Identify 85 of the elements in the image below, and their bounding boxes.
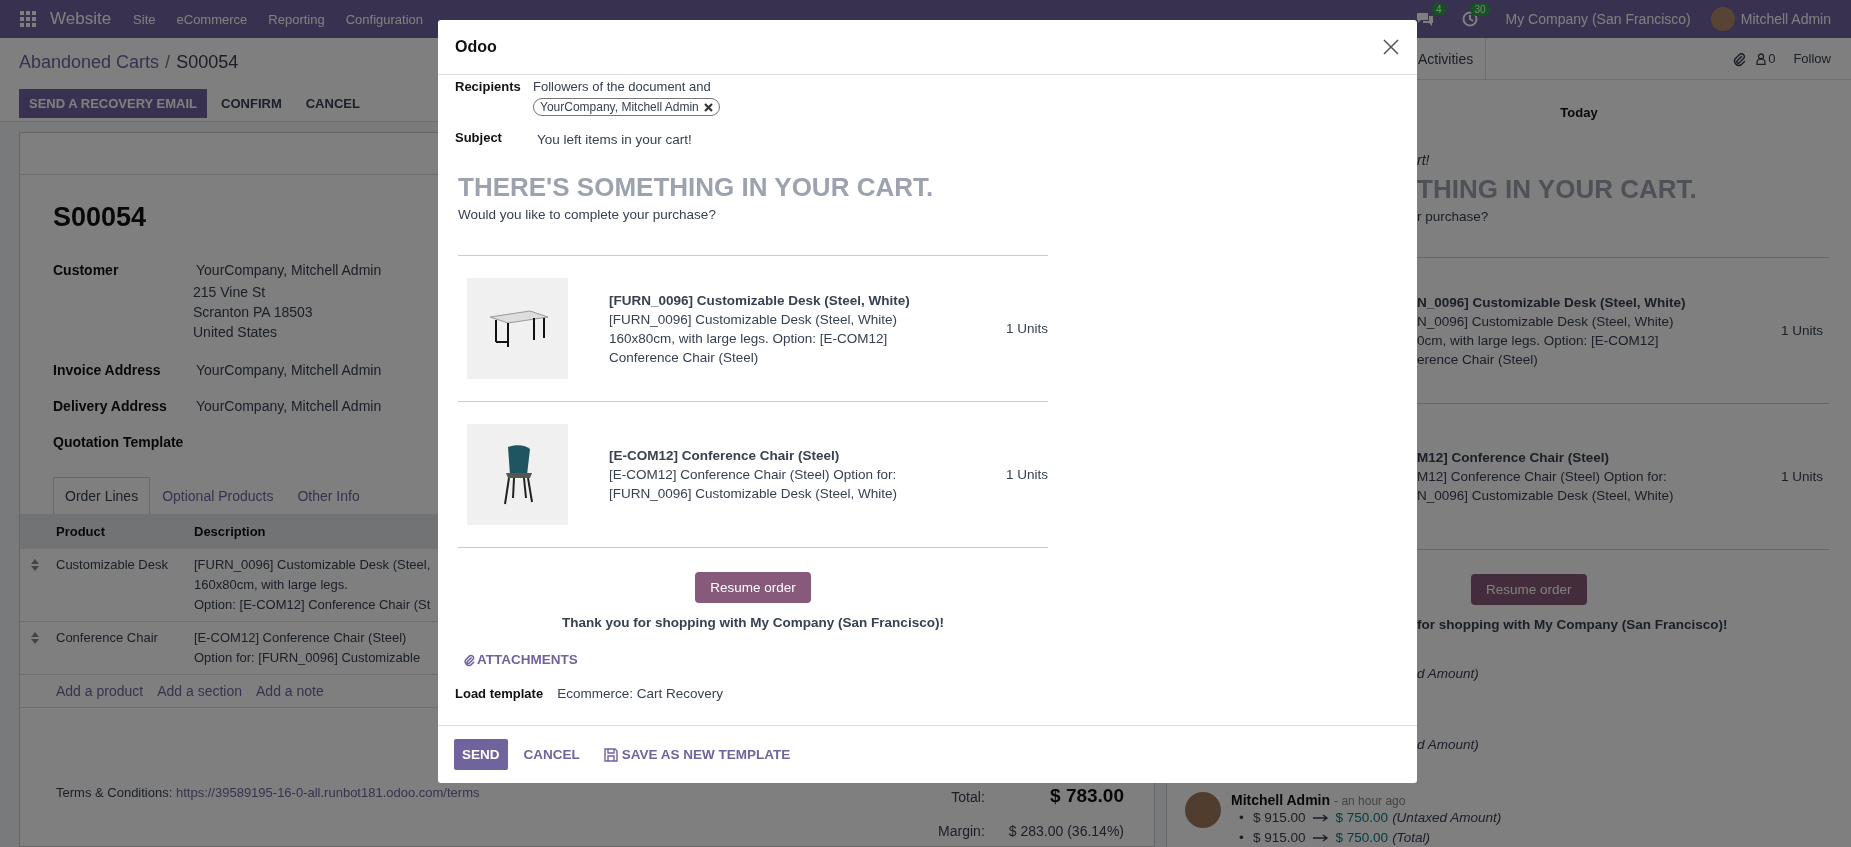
address-text: 215 Vine St Scranton PA 18503 United States [193,283,314,342]
product-description: [FURN_0096] Customizable Desk (Steel, White) [FURN_0096] Customizable Desk (Steel, White) 160x80cm, with large legs. Option: [E-COM12] Conference Chair (Steel) [609,291,911,367]
email-heading: THERE'S SOMETHING IN YOUR CART. [458,172,935,203]
message-count-badge: 4 [1432,3,1446,16]
company-switcher[interactable]: My Company (San Francisco) [1505,11,1691,27]
product-quantity: 1 Units [1780,323,1823,338]
person-icon [1756,52,1767,65]
resume-order-button[interactable]: Resume order [695,572,811,603]
email-text: r purchase? [1417,209,1490,224]
activity-count-badge: 30 [1470,3,1490,16]
date-separator: Today [1559,104,1599,120]
product-quantity: 1 Units [1005,321,1048,336]
clock-icon[interactable] [1461,11,1478,27]
app-name[interactable]: Website [50,9,112,29]
resume-order-button[interactable]: Resume order [1471,574,1587,605]
product-description: M12] Conference Chair (Steel) M12] Conference Chair (Steel) Option for: N_0096] Customizable Desk (Steel, White) [1417,449,1675,505]
breadcrumb-separator: / [165,51,171,73]
menu-item[interactable]: Reporting [268,11,325,27]
total-label: Margin: [938,823,985,839]
action-button[interactable]: CANCEL [295,89,370,118]
close-icon[interactable] [1383,39,1399,55]
total-value: $ 783.00 [1049,785,1124,807]
column-header[interactable]: Product [50,514,188,549]
dialog-button[interactable]: CANCEL [515,739,588,770]
field-label: Invoice Address [53,362,162,378]
form-tab[interactable]: Optional Products [150,477,286,514]
add-line-link[interactable]: Add a note [256,683,324,699]
message-text: d Amount) [1417,737,1480,752]
menu-item[interactable]: Configuration [345,11,423,27]
followers-button[interactable]: 0 [1756,51,1776,66]
apps-grid-icon[interactable] [20,11,36,27]
tracking-value: • $ 915.00 $ 750.00 (Total) [1239,829,1431,847]
activities-button[interactable]: Activities [1418,37,1487,80]
drag-handle-icon[interactable] [31,559,39,571]
dialog-button[interactable]: SAVE AS NEW TEMPLATE [595,739,799,770]
field-label: Recipients [455,79,522,94]
table-cell: Customizable Desk [50,549,188,622]
menu-item[interactable]: eCommerce [176,11,248,27]
tracking-value: • $ 915.00 $ 750.00 (Untaxed Amount) [1239,809,1502,827]
arrow-icon [1312,834,1329,842]
action-button[interactable]: SEND A RECOVERY EMAIL [19,89,208,118]
thanks-text: for shopping with My Company (San Francisco)! [1417,617,1729,632]
recipients-text: Followers of the document and [533,79,712,94]
terms-link[interactable]: https://39589195-16-0-all.runbot181.odoo.com/terms [175,785,480,800]
remove-icon[interactable] [703,102,713,112]
product-description: N_0096] Customizable Desk (Steel, White) N_0096] Customizable Desk (Steel, White) 0cm, with large legs. Option: [E-COM12] erence Chair (Steel) [1417,293,1687,369]
breadcrumb-link[interactable]: Abandoned Carts [19,51,160,73]
field-label: Load template [455,685,544,701]
drag-handle-icon[interactable] [31,632,39,644]
field-label: Subject [455,130,503,145]
product-quantity: 1 Units [1005,467,1048,482]
form-tab[interactable]: Order Lines [53,477,151,514]
product-quantity: 1 Units [1780,469,1823,484]
add-line-link[interactable]: Add a section [157,683,242,699]
message-author: Mitchell Admin [1231,792,1331,808]
dialog-title: Odoo [455,38,497,56]
dialog-button[interactable]: SEND [454,739,508,770]
arrow-icon [1312,814,1329,822]
subject-field[interactable]: You left items in your cart! [533,132,692,147]
record-name: S00054 [53,202,147,233]
breadcrumb-current: S00054 [176,51,239,73]
product-description: [E-COM12] Conference Chair (Steel) [E-COM12] Conference Chair (Steel) Option for: [FURN_0096] Customizable Desk (Steel, White) [609,447,899,503]
field-label: Quotation Template [53,434,185,450]
form-tab[interactable]: Other Info [285,477,372,514]
table-cell: Conference Chair [50,621,188,675]
template-select[interactable]: Ecommerce: Cart Recovery [543,685,723,701]
follow-button[interactable]: Follow [1785,37,1831,80]
user-menu[interactable]: Mitchell Admin [1740,11,1831,27]
message-text: d Amount) [1417,666,1480,681]
total-value: $ 283.00 (36.14%) [1008,823,1124,839]
menu-item[interactable]: Site [133,11,156,27]
total-label: Total: [950,789,985,805]
message-time: - an hour ago [1334,794,1406,808]
user-avatar [1185,792,1221,828]
email-subject: rt! [1417,152,1431,168]
chat-icon[interactable] [1415,11,1434,27]
field-label: Customer [53,262,120,280]
add-line-link[interactable]: Add a product [56,683,144,699]
field-label: Delivery Address [53,398,168,414]
paperclip-icon[interactable] [1732,50,1747,67]
terms-text: Terms & Conditions: https://39589195-16-0-all.runbot181.odoo.com/terms [56,785,480,802]
paperclip-icon [463,652,475,667]
action-button[interactable]: CONFIRM [211,89,292,118]
email-text: Would you like to complete your purchase? [458,207,717,222]
attachments-button[interactable]: ATTACHMENTS [463,652,578,667]
